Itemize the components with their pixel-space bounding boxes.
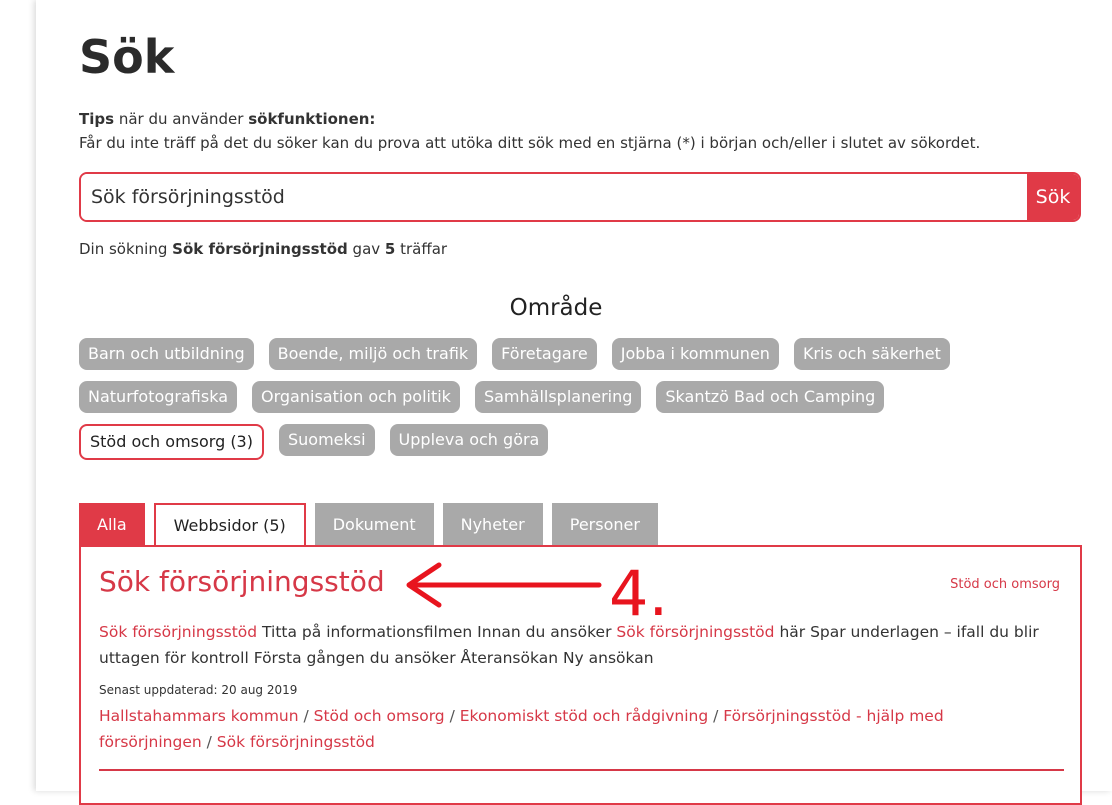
filter-chip[interactable]: Naturfotografiska bbox=[79, 381, 237, 413]
filter-row: Stöd och omsorg (3) Suomeksi Uppleva och… bbox=[79, 424, 1039, 460]
filter-chip[interactable]: Kris och säkerhet bbox=[793, 338, 950, 370]
result-summary: Din sökning Sök försörjningsstöd gav 5 t… bbox=[79, 240, 447, 258]
breadcrumb-link[interactable]: Stöd och omsorg bbox=[314, 707, 445, 725]
page-title: Sök bbox=[79, 30, 175, 84]
last-updated: Senast uppdaterad: 20 aug 2019 bbox=[99, 683, 298, 697]
tab-alla[interactable]: Alla bbox=[79, 503, 145, 547]
tips-label: Tips bbox=[79, 110, 115, 128]
area-heading: Område bbox=[509, 295, 603, 321]
search-button[interactable]: Sök bbox=[1027, 174, 1079, 220]
filter-chip[interactable]: Boende, miljö och trafik bbox=[268, 338, 478, 370]
filter-chip[interactable]: Suomeksi bbox=[278, 424, 375, 456]
search-tips: Tips när du använder sökfunktionen: Får … bbox=[79, 107, 980, 155]
search-bar: Sök bbox=[79, 172, 1081, 222]
filter-chip[interactable]: Företagare bbox=[492, 338, 597, 370]
filter-chip[interactable]: Skantzö Bad och Camping bbox=[656, 381, 885, 413]
filter-row: Barn och utbildning Boende, miljö och tr… bbox=[79, 338, 1039, 370]
snippet-highlight: Sök försörjningsstöd bbox=[99, 623, 258, 641]
breadcrumb: Hallstahammars kommun / Stöd och omsorg … bbox=[99, 707, 944, 751]
results-panel: Sök försörjningsstöd Stöd och omsorg 4. … bbox=[79, 545, 1082, 805]
filter-chip[interactable]: Uppleva och göra bbox=[389, 424, 549, 456]
breadcrumb-link[interactable]: Sök försörjningsstöd bbox=[217, 733, 375, 751]
result-snippet: Sök försörjningsstöd Titta på informatio… bbox=[99, 619, 1049, 671]
result-count: 5 bbox=[384, 240, 396, 258]
filter-chip-active[interactable]: Stöd och omsorg (3) bbox=[79, 424, 264, 460]
breadcrumb-link[interactable]: Hallstahammars kommun bbox=[99, 707, 299, 725]
result-title-link[interactable]: Sök försörjningsstöd bbox=[99, 565, 385, 598]
result-query: Sök försörjningsstöd bbox=[172, 240, 348, 258]
result-divider bbox=[99, 769, 1064, 771]
result-mid: gav bbox=[347, 240, 385, 258]
annotation-arrow-icon: 4. bbox=[406, 557, 668, 623]
result-category-link[interactable]: Stöd och omsorg bbox=[950, 577, 1060, 592]
tips-text: Får du inte träff på det du söker kan du… bbox=[79, 134, 981, 152]
snippet-highlight: Sök försörjningsstöd bbox=[616, 623, 775, 641]
result-tabs: Alla Webbsidor (5) Dokument Nyheter Pers… bbox=[79, 503, 658, 547]
tab-webbsidor[interactable]: Webbsidor (5) bbox=[153, 503, 306, 547]
breadcrumb-link[interactable]: Ekonomiskt stöd och rådgivning bbox=[460, 707, 708, 725]
tab-personer[interactable]: Personer bbox=[551, 503, 658, 547]
tips-bold: sökfunktionen: bbox=[248, 110, 376, 128]
annotation-label: 4. bbox=[609, 557, 668, 623]
filter-chip[interactable]: Barn och utbildning bbox=[79, 338, 254, 370]
tips-mid: när du använder bbox=[114, 110, 249, 128]
result-suffix: träffar bbox=[395, 240, 448, 258]
tab-dokument[interactable]: Dokument bbox=[314, 503, 434, 547]
filter-chip[interactable]: Organisation och politik bbox=[252, 381, 460, 413]
tab-nyheter[interactable]: Nyheter bbox=[442, 503, 543, 547]
snippet-text: Titta på informationsfilmen Innan du ans… bbox=[257, 623, 617, 641]
area-filters: Barn och utbildning Boende, miljö och tr… bbox=[79, 338, 1039, 471]
filter-chip[interactable]: Samhällsplanering bbox=[474, 381, 642, 413]
filter-row: Naturfotografiska Organisation och polit… bbox=[79, 381, 1039, 413]
filter-chip[interactable]: Jobba i kommunen bbox=[611, 338, 779, 370]
search-input[interactable] bbox=[81, 174, 1027, 220]
result-prefix: Din sökning bbox=[79, 240, 173, 258]
